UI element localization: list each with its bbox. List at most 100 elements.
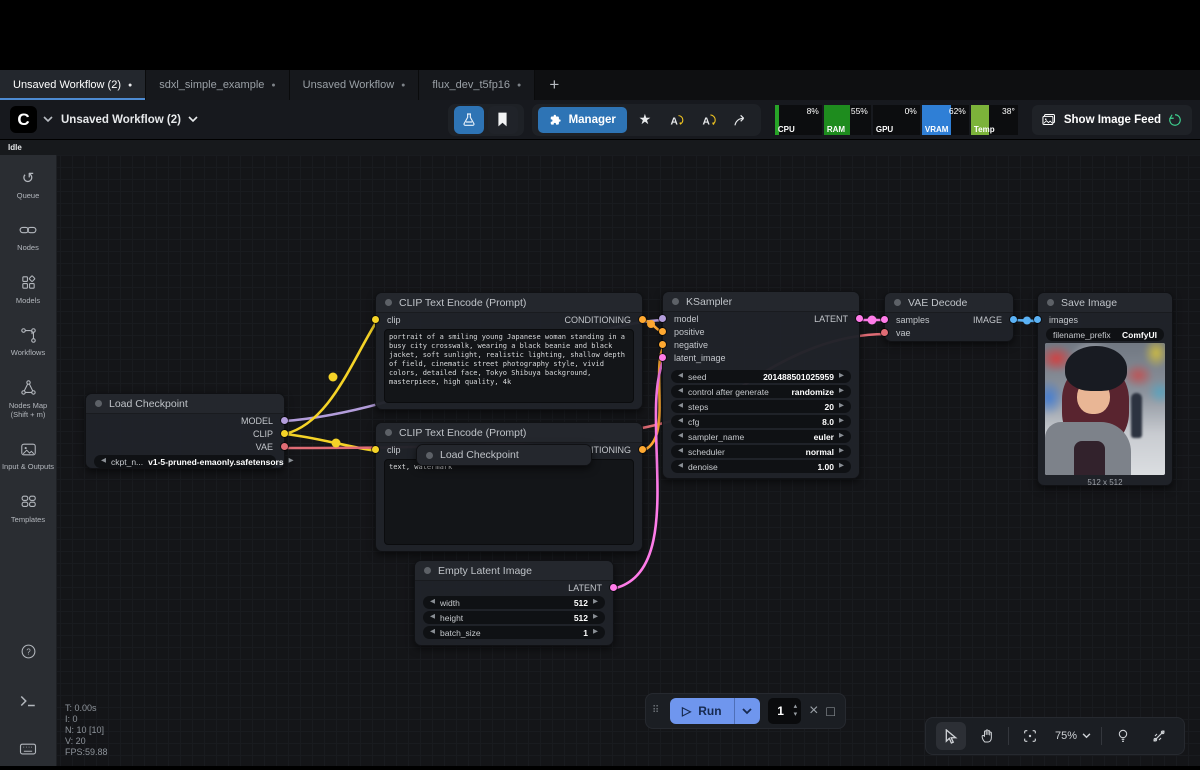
collapse-dot-icon[interactable]: [426, 452, 433, 459]
node-header[interactable]: KSampler: [663, 292, 859, 312]
sidebar-item-queue[interactable]: ↺ Queue: [0, 169, 56, 200]
node-header[interactable]: Load Checkpoint: [86, 394, 284, 414]
node-header[interactable]: VAE Decode: [885, 293, 1013, 313]
sidebar-item-nodes[interactable]: Nodes: [0, 221, 56, 252]
conditioning-output-port[interactable]: [639, 446, 646, 453]
batch-count-input[interactable]: 1 ▴ ▾: [768, 698, 802, 724]
generated-image-preview[interactable]: [1045, 343, 1165, 475]
workflow-selector[interactable]: Unsaved Workflow (2): [61, 114, 198, 126]
unsaved-dot-icon[interactable]: ●: [128, 82, 132, 89]
increment-arrow-icon[interactable]: ▶: [593, 599, 598, 606]
image-output-port[interactable]: [1010, 316, 1017, 323]
shortcuts-keyboard-icon[interactable]: [19, 742, 37, 756]
increment-arrow-icon[interactable]: ▶: [593, 629, 598, 636]
show-image-feed-button[interactable]: Show Image Feed: [1032, 105, 1192, 135]
cfg-widget[interactable]: ◀ cfg 8.0 ▶: [671, 415, 851, 428]
collapse-dot-icon[interactable]: [1047, 299, 1054, 306]
sidebar-item-templates[interactable]: Templates: [0, 493, 56, 524]
update-all-button[interactable]: A: [695, 107, 723, 133]
scheduler-widget[interactable]: ◀ scheduler normal ▶: [671, 445, 851, 458]
sidebar-item-models[interactable]: Models: [0, 274, 56, 305]
positive-input-port[interactable]: [659, 328, 666, 335]
tab-flux-dev-t5fp16[interactable]: flux_dev_t5fp16 ●: [419, 70, 535, 100]
model-output-port[interactable]: [281, 417, 288, 424]
increment-arrow-icon[interactable]: ▶: [839, 403, 844, 410]
node-load-checkpoint-collapsed[interactable]: Load Checkpoint: [416, 444, 592, 466]
increment-arrow-icon[interactable]: ▶: [839, 418, 844, 425]
increment-arrow-icon[interactable]: ▶: [839, 448, 844, 455]
increment-arrow-icon[interactable]: ▶: [839, 388, 844, 395]
steps-widget[interactable]: ◀ steps 20 ▶: [671, 400, 851, 413]
favorites-button[interactable]: ★: [631, 107, 659, 133]
decrement-arrow-icon[interactable]: ◀: [430, 614, 435, 621]
negative-prompt-textarea[interactable]: text, watermark: [384, 459, 634, 545]
stop-run-button[interactable]: □: [826, 703, 834, 719]
negative-input-port[interactable]: [659, 341, 666, 348]
images-input-port[interactable]: [1034, 316, 1041, 323]
canvas-workspace[interactable]: Load Checkpoint MODEL CLIP VAE ◀ ckpt_n.…: [0, 155, 1200, 766]
clip-output-port[interactable]: [281, 430, 288, 437]
decrement-arrow-icon[interactable]: ◀: [430, 629, 435, 636]
samples-input-port[interactable]: [881, 316, 888, 323]
filename-prefix-widget[interactable]: filename_prefix ComfyUI: [1046, 328, 1164, 341]
update-comfyui-button[interactable]: A: [663, 107, 691, 133]
help-icon[interactable]: ?: [20, 643, 37, 660]
sidebar-item-input-outputs[interactable]: Input & Outputs: [0, 440, 56, 471]
tab-unsaved-workflow[interactable]: Unsaved Workflow ●: [290, 70, 420, 100]
collapse-dot-icon[interactable]: [385, 299, 392, 306]
unsaved-dot-icon[interactable]: ●: [271, 82, 275, 89]
width-widget[interactable]: ◀ width 512 ▶: [423, 596, 605, 609]
terminal-icon[interactable]: [19, 694, 37, 708]
node-header[interactable]: Empty Latent Image: [415, 561, 613, 581]
decrement-arrow-icon[interactable]: ◀: [678, 418, 683, 425]
chevron-down-icon[interactable]: [43, 116, 53, 123]
share-button[interactable]: [727, 107, 755, 133]
node-clip-text-encode-negative[interactable]: CLIP Text Encode (Prompt) clip CONDITION…: [375, 422, 643, 552]
increment-arrow-icon[interactable]: ▶: [839, 373, 844, 380]
node-load-checkpoint[interactable]: Load Checkpoint MODEL CLIP VAE ◀ ckpt_n.…: [85, 393, 285, 469]
node-save-image[interactable]: Save Image images filename_prefix ComfyU…: [1037, 292, 1173, 486]
sidebar-item-workflows[interactable]: Workflows: [0, 326, 56, 357]
count-step-up[interactable]: ▴: [794, 703, 798, 711]
zoom-level-select[interactable]: 75%: [1051, 730, 1095, 742]
height-widget[interactable]: ◀ height 512 ▶: [423, 611, 605, 624]
drag-handle-icon[interactable]: ⠿: [652, 708, 662, 714]
tab-sdxl-simple-example[interactable]: sdxl_simple_example ●: [146, 70, 289, 100]
toggle-link-visibility-button[interactable]: [1144, 722, 1174, 750]
conditioning-output-port[interactable]: [639, 316, 646, 323]
collapse-dot-icon[interactable]: [424, 567, 431, 574]
model-input-port[interactable]: [659, 315, 666, 322]
collapse-dot-icon[interactable]: [894, 299, 901, 306]
latent-output-port[interactable]: [610, 584, 617, 591]
latent-image-input-port[interactable]: [659, 354, 666, 361]
decrement-arrow-icon[interactable]: ◀: [678, 448, 683, 455]
node-vae-decode[interactable]: VAE Decode samples IMAGE vae: [884, 292, 1014, 342]
seed-widget[interactable]: ◀ seed 201488501025959 ▶: [671, 370, 851, 383]
manager-button[interactable]: Manager: [538, 107, 627, 133]
increment-arrow-icon[interactable]: ▶: [839, 433, 844, 440]
increment-arrow-icon[interactable]: ▶: [839, 463, 844, 470]
vae-output-port[interactable]: [281, 443, 288, 450]
vae-input-port[interactable]: [881, 329, 888, 336]
collapse-dot-icon[interactable]: [385, 429, 392, 436]
decrement-arrow-icon[interactable]: ◀: [678, 463, 683, 470]
node-header[interactable]: CLIP Text Encode (Prompt): [376, 293, 642, 313]
bookmark-button[interactable]: [488, 106, 518, 134]
fit-view-button[interactable]: [1015, 722, 1045, 750]
unsaved-dot-icon[interactable]: ●: [401, 82, 405, 89]
node-header[interactable]: Save Image: [1038, 293, 1172, 313]
tab-unsaved-workflow-2[interactable]: Unsaved Workflow (2) ●: [0, 70, 146, 100]
sidebar-item-nodes-map[interactable]: Nodes Map (Shift + m): [0, 379, 56, 420]
latent-output-port[interactable]: [856, 315, 863, 322]
clip-input-port[interactable]: [372, 446, 379, 453]
new-workflow-button[interactable]: +: [535, 70, 573, 100]
increment-arrow-icon[interactable]: ▶: [593, 614, 598, 621]
unsaved-dot-icon[interactable]: ●: [517, 82, 521, 89]
node-empty-latent-image[interactable]: Empty Latent Image LATENT ◀ width 512 ▶ …: [414, 560, 614, 646]
node-header[interactable]: Load Checkpoint: [417, 445, 591, 465]
clip-input-port[interactable]: [372, 316, 379, 323]
decrement-arrow-icon[interactable]: ◀: [430, 599, 435, 606]
collapse-dot-icon[interactable]: [95, 400, 102, 407]
toggle-theme-button[interactable]: [1108, 722, 1138, 750]
decrement-arrow-icon[interactable]: ◀: [678, 388, 683, 395]
